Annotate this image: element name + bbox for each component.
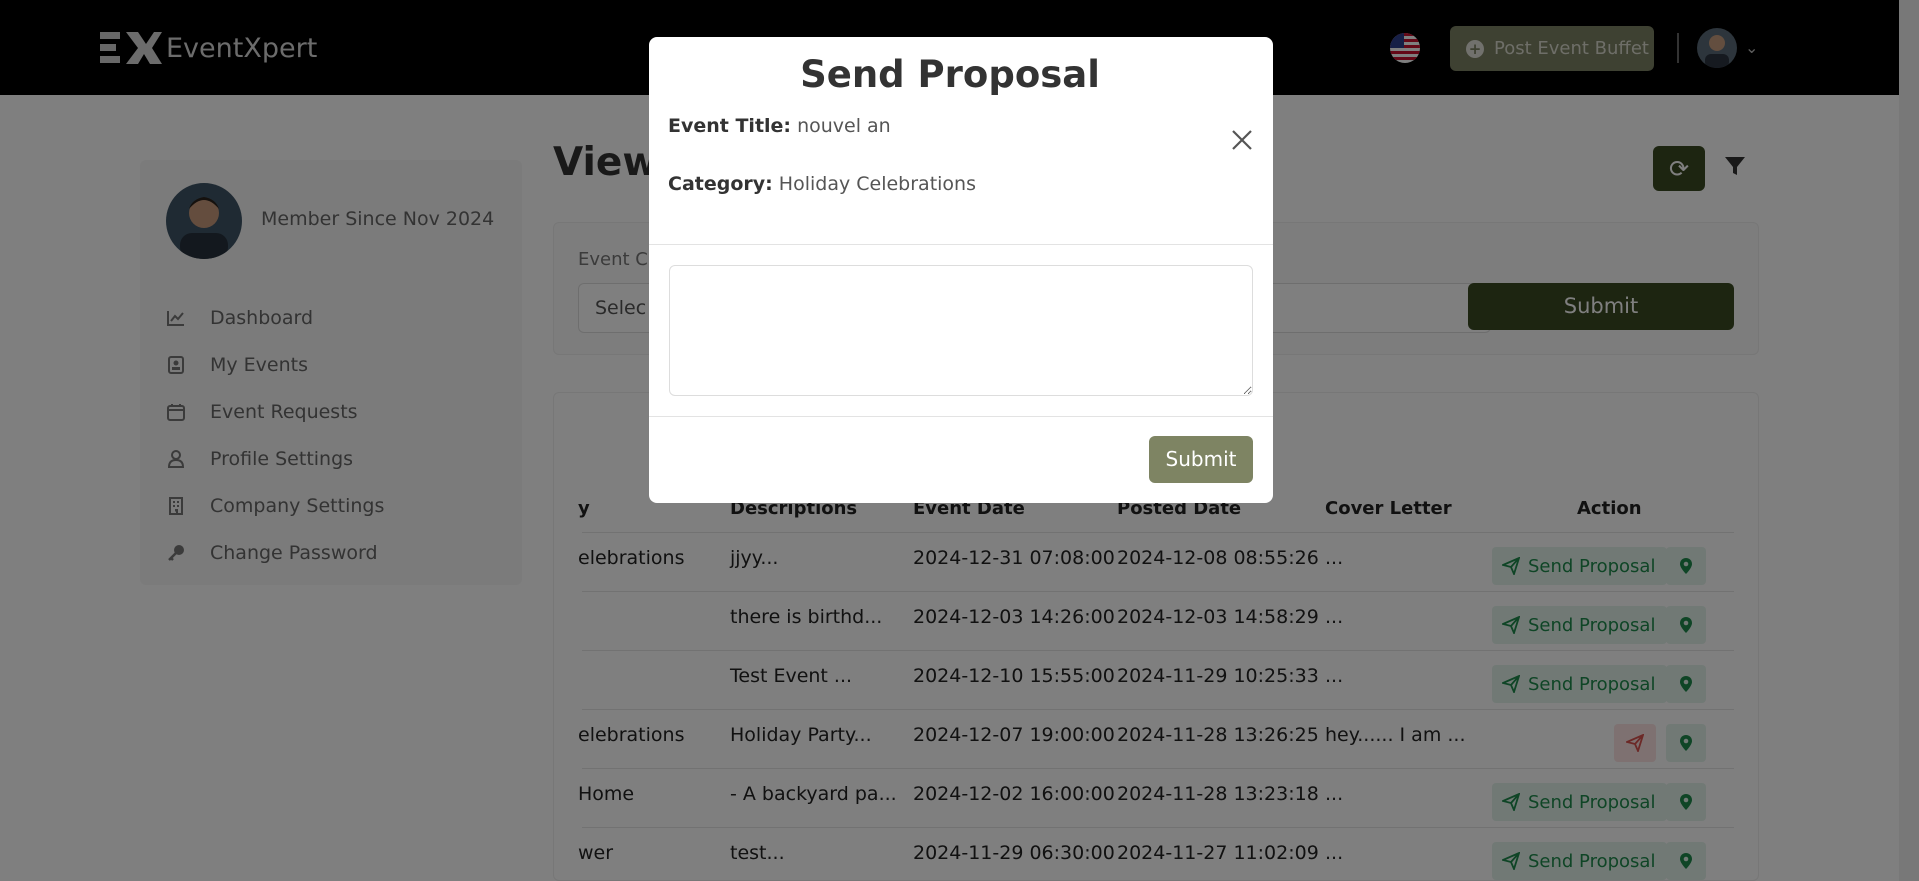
send-proposal-modal: Send Proposal Event Title: nouvel an Cat… [649,37,1273,503]
modal-divider [649,416,1273,417]
modal-close-button[interactable] [1229,127,1255,153]
category-label: Category: [668,173,773,195]
modal-divider [649,244,1273,245]
modal-category: Category: Holiday Celebrations [668,173,976,195]
event-title-value: nouvel an [797,115,891,137]
category-value: Holiday Celebrations [778,173,976,195]
modal-title: Send Proposal [800,53,1100,96]
modal-submit-button[interactable]: Submit [1149,436,1253,483]
close-icon [1232,130,1252,150]
proposal-textarea[interactable] [669,265,1253,396]
event-title-label: Event Title: [668,115,792,137]
modal-event-title: Event Title: nouvel an [668,115,891,137]
